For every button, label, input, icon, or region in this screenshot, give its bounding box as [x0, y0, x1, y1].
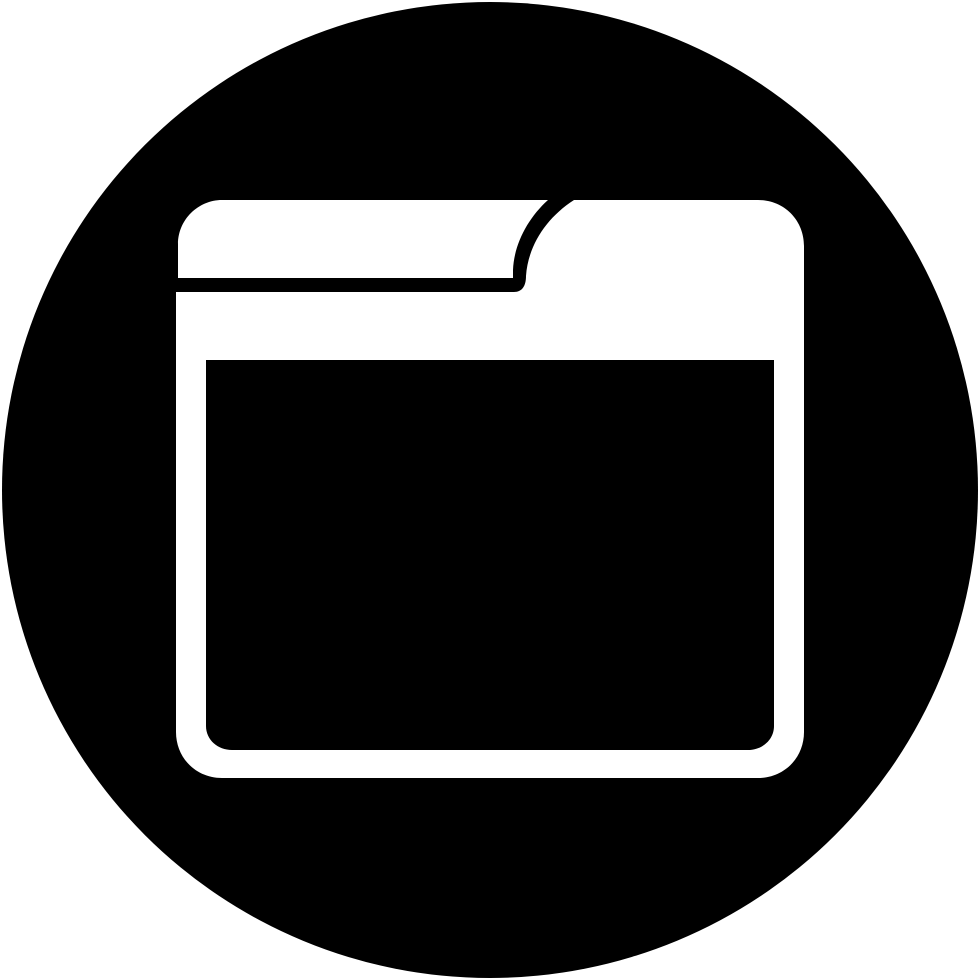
icon-canvas	[0, 0, 980, 980]
browser-window-icon	[2, 2, 978, 978]
circle-background	[2, 2, 978, 978]
